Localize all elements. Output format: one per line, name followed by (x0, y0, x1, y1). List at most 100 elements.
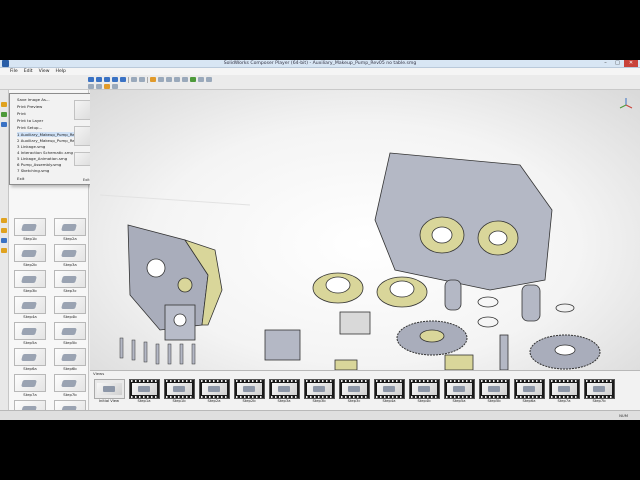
view-thumbnail[interactable]: Step6a (513, 379, 545, 404)
play-icon[interactable] (96, 77, 102, 82)
menu-item-save-image[interactable]: Save Image As... (17, 97, 50, 102)
speed-icon[interactable] (139, 77, 145, 82)
step-thumbnail[interactable]: Step4b (52, 296, 88, 319)
maximize-button[interactable]: □ (612, 60, 623, 67)
view-thumbnail[interactable]: Step3a (268, 379, 300, 404)
pause-icon[interactable] (104, 77, 110, 82)
step-thumbnail[interactable]: Step1b (12, 218, 48, 241)
gear-set-center[interactable] (312, 272, 428, 308)
large-gear-1[interactable] (396, 320, 468, 356)
view-label: Step3a (277, 399, 291, 403)
stop-icon[interactable] (112, 77, 118, 82)
view-film-frame (548, 379, 580, 399)
lighting-icon[interactable] (104, 84, 110, 89)
menu-item-recent-4[interactable]: 4 Interaction Schematic.smg (17, 150, 73, 155)
step-thumbnail[interactable]: Step2a (52, 218, 88, 241)
menu-item-recent-7[interactable]: 7 Sketching.smg (17, 168, 49, 173)
view-preview-image (166, 383, 192, 395)
step-thumbnail[interactable]: Step7a (12, 374, 48, 397)
perspective-icon[interactable] (206, 77, 212, 82)
view-thumbnail[interactable]: Step4a (373, 379, 405, 404)
large-gear-2[interactable] (529, 334, 601, 370)
view-thumbnail[interactable]: Step1a (128, 379, 160, 404)
step-thumbnail-label: Step3a (63, 262, 77, 267)
pan-icon[interactable] (166, 77, 172, 82)
layers-tab-icon[interactable] (1, 248, 7, 253)
menu-item-print-setup[interactable]: Print Setup... (17, 125, 42, 130)
step-thumbnail-image (14, 374, 46, 392)
view-thumbnail[interactable]: Step5b (478, 379, 510, 404)
highlight-icon[interactable] (150, 77, 156, 82)
steps-grid: Step1b Step2a Step2b Step3a Step3b Step3c Step… (12, 218, 88, 410)
menu-item-recent-6[interactable]: 6 Pump_Assembly.smg (17, 162, 61, 167)
view-thumbnail[interactable]: Step1b (163, 379, 195, 404)
spring-part[interactable] (339, 311, 371, 335)
markup-tab-icon[interactable] (1, 218, 7, 223)
step-thumbnail[interactable]: Step3c (52, 270, 88, 293)
view-thumbnail[interactable]: Step2a (198, 379, 230, 404)
3d-viewport[interactable] (90, 90, 640, 370)
menu-file[interactable]: File (10, 68, 18, 75)
menu-item-print-layer[interactable]: Print to Layer (17, 118, 43, 123)
menu-help[interactable]: Help (56, 68, 66, 75)
pump-housing-right[interactable] (374, 152, 553, 291)
assembly-tab-icon[interactable] (1, 102, 7, 107)
step-thumbnail[interactable]: Step6a (12, 348, 48, 371)
menu-item-print-preview[interactable]: Print Preview (17, 104, 42, 109)
menu-item-recent-3[interactable]: 3 Linkage.smg (17, 144, 45, 149)
fit-all-icon[interactable] (198, 77, 204, 82)
view-film-frame (163, 379, 195, 399)
shadow-icon[interactable] (112, 84, 118, 89)
view-thumbnail[interactable]: Step3b (303, 379, 335, 404)
step-thumbnail[interactable]: Step4a (12, 296, 48, 319)
camera-icon[interactable] (190, 77, 196, 82)
bom-tab-icon[interactable] (1, 228, 7, 233)
select-icon[interactable] (158, 77, 164, 82)
views-tab-icon[interactable] (1, 122, 7, 127)
view-thumbnail[interactable]: Step7a (548, 379, 580, 404)
menu-edit[interactable]: Edit (24, 68, 33, 75)
outline-icon[interactable] (96, 84, 102, 89)
view-preview-image (131, 383, 157, 395)
step-thumbnail-label: Step1b (23, 236, 37, 241)
step-thumbnail[interactable]: Step5b (52, 322, 88, 345)
step-thumbnail-image (14, 322, 46, 340)
view-thumbnail[interactable]: Step7b (583, 379, 615, 404)
toolbar-separator (128, 76, 129, 83)
step-thumbnail[interactable]: Step3b (12, 270, 48, 293)
step-thumbnail[interactable]: Step2b (12, 244, 48, 267)
step-thumbnail[interactable]: Step6b (52, 348, 88, 371)
render-mode-icon[interactable] (88, 84, 94, 89)
axis-triad-icon[interactable] (618, 96, 634, 112)
collaboration-tab-icon[interactable] (1, 112, 7, 117)
menu-item-exit[interactable]: Exit (17, 176, 24, 181)
loop-icon[interactable] (131, 77, 137, 82)
step-thumbnail[interactable]: Step8b (52, 400, 88, 410)
step-thumbnail[interactable]: Step3a (52, 244, 88, 267)
view-label: Step3b (312, 399, 326, 403)
menu-item-print[interactable]: Print (17, 111, 26, 116)
next-key-icon[interactable] (120, 77, 126, 82)
close-button[interactable]: ✕ (624, 60, 638, 67)
view-thumbnail[interactable]: Step2b (233, 379, 265, 404)
view-film-frame (478, 379, 510, 399)
zoom-icon[interactable] (174, 77, 180, 82)
view-label: Step4a (382, 399, 396, 403)
step-thumbnail[interactable]: Step5a (12, 322, 48, 345)
menu-item-recent-5[interactable]: 5 Linkage_Animation.smg (17, 156, 67, 161)
step-thumbnail[interactable]: Step7b (52, 374, 88, 397)
view-thumbnail[interactable]: Initial View (93, 379, 125, 404)
menu-view[interactable]: View (39, 68, 50, 75)
pump-housing-left[interactable] (127, 224, 223, 341)
step-thumbnail[interactable]: Step8a (12, 400, 48, 410)
view-thumbnail[interactable]: Step4b (408, 379, 440, 404)
step-thumbnail-image (54, 218, 86, 236)
view-thumbnail[interactable]: Step3c (338, 379, 370, 404)
properties-tab-icon[interactable] (1, 238, 7, 243)
window-controls: – □ ✕ (600, 60, 638, 68)
view-thumbnail[interactable]: Step5a (443, 379, 475, 404)
play-backward-icon[interactable] (88, 77, 94, 82)
rotate-icon[interactable] (182, 77, 188, 82)
minimize-button[interactable]: – (600, 60, 611, 67)
left-tab-strip (0, 90, 9, 410)
